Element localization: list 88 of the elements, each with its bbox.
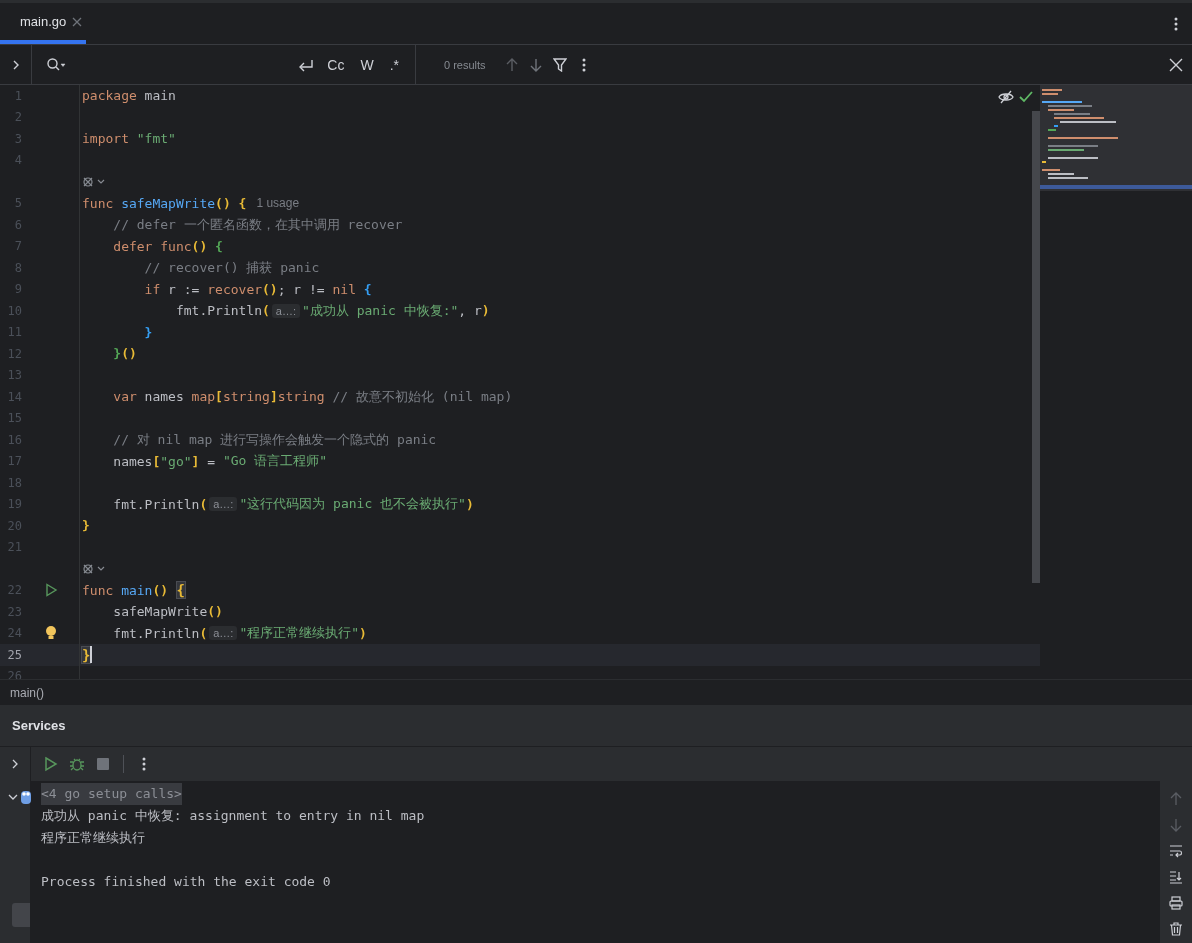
- code-string: "成功从 panic 中恢复:": [302, 301, 459, 320]
- folded-output[interactable]: <4 go setup calls>: [41, 783, 182, 805]
- code-bracket: ): [465, 496, 474, 512]
- code-comment: // 故意不初始化 (nil map): [331, 387, 513, 406]
- code-bracket: {: [362, 281, 372, 297]
- code-keyword: import: [82, 131, 129, 147]
- gopher-icon[interactable]: [20, 789, 32, 805]
- code-bracket: ): [481, 303, 490, 319]
- code-text: ; r !=: [277, 281, 326, 297]
- code-bracket: (: [262, 303, 270, 319]
- search-option[interactable]: .*: [385, 54, 403, 75]
- fold-hint-icon[interactable]: [82, 562, 106, 575]
- parameter-hint: a…:: [209, 626, 238, 641]
- code-bracket: (): [262, 281, 278, 297]
- code-bracket: (: [199, 496, 208, 512]
- code-bracket: ]: [191, 453, 200, 469]
- code-text: fmt.Println: [174, 303, 262, 319]
- search-icon[interactable]: [46, 56, 66, 73]
- code-bracket: }: [82, 518, 90, 534]
- file-tab[interactable]: main.go: [0, 3, 86, 44]
- code-keyword: package: [82, 88, 137, 104]
- line-number: 25: [6, 647, 22, 662]
- code-builtin: recover: [207, 281, 263, 297]
- matched-brace: }: [82, 646, 91, 663]
- process-status: Process finished with the exit code 0: [41, 873, 331, 891]
- panel-title: Services: [12, 718, 66, 733]
- code-bracket: {: [214, 238, 223, 254]
- code-bracket: (): [121, 346, 137, 362]
- code-text: names: [112, 453, 153, 469]
- code-bracket: (): [191, 238, 208, 254]
- code-bracket: {: [237, 195, 247, 211]
- chevron-down-icon[interactable]: [8, 793, 18, 801]
- parameter-hint: a…:: [271, 303, 301, 318]
- run-icon[interactable]: [43, 583, 58, 598]
- scrollbar[interactable]: [1032, 111, 1040, 583]
- tab-label: main.go: [20, 14, 67, 29]
- lightbulb-icon[interactable]: [44, 625, 57, 642]
- code-keyword: map: [191, 389, 216, 405]
- code-keyword: func: [82, 195, 114, 211]
- code-bracket: }: [112, 346, 122, 362]
- console-output: 成功从 panic 中恢复: assignment to entry in nil map: [41, 807, 425, 825]
- code-keyword: func: [159, 238, 192, 254]
- code-keyword: string: [277, 389, 325, 405]
- code-bracket: (): [207, 604, 223, 620]
- matched-brace: {: [176, 582, 185, 599]
- code-bracket: (): [215, 195, 231, 211]
- fold-hint-icon[interactable]: [82, 175, 106, 188]
- code-bracket: ]: [269, 389, 278, 405]
- code-text: =: [206, 453, 217, 469]
- code-text: main: [143, 88, 176, 104]
- code-bracket: ): [359, 625, 367, 641]
- code-comment: // recover() 捕获 panic: [143, 258, 320, 277]
- results-count: 0 results: [444, 58, 486, 71]
- code-bracket: [: [152, 453, 161, 469]
- code-text: safeMapWrite: [112, 604, 208, 620]
- search-option[interactable]: Cc: [323, 54, 349, 75]
- search-field[interactable]: Cc W .*: [32, 45, 416, 84]
- parameter-hint: a…:: [209, 497, 238, 512]
- code-string: "go": [160, 453, 192, 469]
- code-bracket: (: [199, 625, 208, 641]
- breadcrumb[interactable]: main(): [10, 685, 44, 700]
- checkmark-icon[interactable]: [1018, 89, 1034, 105]
- usage-hint[interactable]: 1 usage: [256, 196, 300, 211]
- code-keyword: defer: [112, 238, 153, 254]
- code-text: fmt.Println: [112, 625, 200, 641]
- function-name: safeMapWrite: [120, 195, 216, 211]
- code-keyword: string: [222, 389, 270, 405]
- text-cursor: [90, 646, 93, 664]
- code-bracket: (): [152, 582, 169, 598]
- search-option[interactable]: W: [356, 54, 378, 75]
- code-keyword: if: [143, 281, 161, 297]
- code-text: names: [143, 389, 185, 405]
- console-output: 程序正常继续执行: [41, 829, 145, 847]
- code-string: "程序正常继续执行": [239, 624, 360, 643]
- code-text: fmt.Println: [112, 496, 200, 512]
- code-string: "Go 语言工程师": [222, 452, 328, 471]
- code-string: "这行代码因为 panic 也不会被执行": [239, 495, 466, 514]
- code-bracket: [: [215, 389, 223, 405]
- code-keyword: func: [82, 582, 114, 598]
- eye-crossed-icon[interactable]: [998, 89, 1014, 105]
- function-name: main: [120, 582, 153, 598]
- code-text: , r: [458, 303, 482, 319]
- code-text: r :=: [167, 281, 201, 297]
- code-keyword: var: [112, 389, 137, 405]
- code-keyword: nil: [332, 281, 356, 297]
- code-string: "fmt": [135, 131, 176, 147]
- panel-handle[interactable]: [12, 903, 30, 927]
- code-bracket: }: [143, 324, 153, 340]
